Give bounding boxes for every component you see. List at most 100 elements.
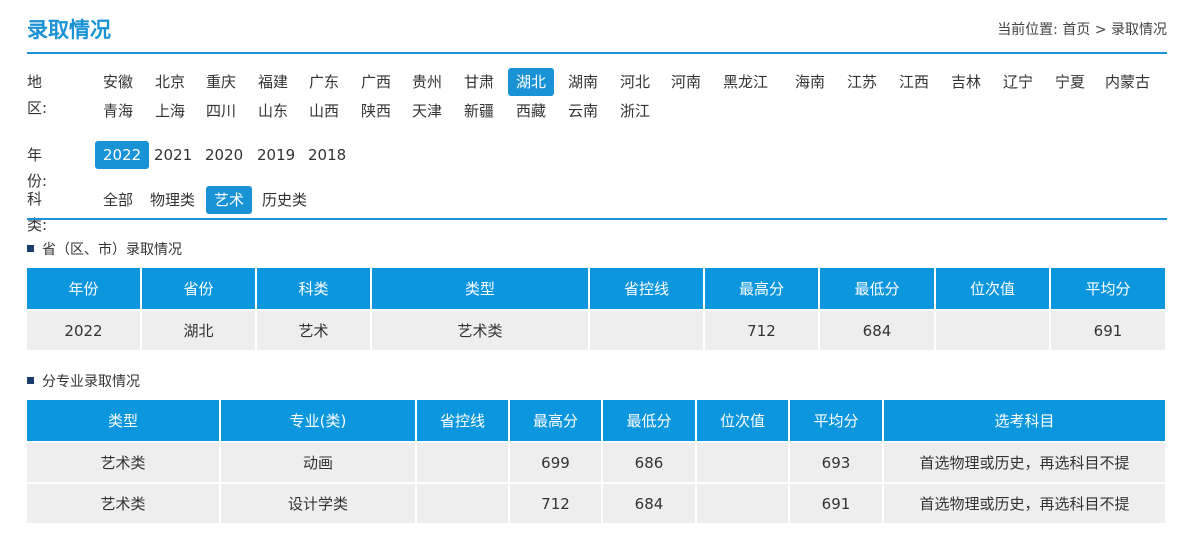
table-cell — [697, 441, 790, 482]
breadcrumb-home-link[interactable]: 首页 — [1062, 19, 1090, 41]
table-cell: 691 — [790, 482, 884, 523]
column-header: 省控线 — [417, 400, 510, 441]
page-header: 录取情况 当前位置: 首页 > 录取情况 — [27, 14, 1167, 54]
province-section-title: 省（区、市）录取情况 — [27, 240, 182, 260]
table-cell: 693 — [790, 441, 884, 482]
column-header: 选考科目 — [884, 400, 1165, 441]
category-filter-label: 科类: — [27, 190, 48, 234]
table-cell: 设计学类 — [221, 482, 417, 523]
table-row: 2022 湖北 艺术 艺术类 712 684 691 — [27, 309, 1165, 350]
filter-divider — [27, 218, 1167, 220]
region-option[interactable]: 四川 — [198, 97, 244, 125]
region-option[interactable]: 陕西 — [353, 97, 399, 125]
region-option[interactable]: 江苏 — [839, 68, 885, 96]
category-option[interactable]: 物理类 — [142, 186, 203, 214]
table-cell: 712 — [510, 482, 603, 523]
bullet-square-icon — [27, 377, 34, 384]
table-cell — [590, 309, 705, 350]
column-header: 位次值 — [936, 268, 1051, 309]
year-option[interactable]: 2020 — [197, 141, 251, 169]
category-option[interactable]: 历史类 — [254, 186, 315, 214]
region-option[interactable]: 黑龙江 — [715, 68, 776, 96]
breadcrumb-separator: > — [1094, 22, 1107, 38]
table-cell: 2022 — [27, 309, 142, 350]
table-cell — [417, 482, 510, 523]
table-cell: 首选物理或历史，再选科目不提 — [884, 482, 1165, 523]
region-option[interactable]: 山西 — [301, 97, 347, 125]
region-filter-label: 地区: — [27, 73, 48, 117]
region-option[interactable]: 青海 — [95, 97, 141, 125]
table-cell: 艺术类 — [372, 309, 590, 350]
region-option[interactable]: 吉林 — [943, 68, 989, 96]
region-option[interactable]: 安徽 — [95, 68, 141, 96]
region-option[interactable]: 河北 — [612, 68, 658, 96]
region-option[interactable]: 北京 — [147, 68, 193, 96]
breadcrumb-prefix: 当前位置: — [997, 22, 1058, 38]
bullet-square-icon — [27, 245, 34, 252]
table-cell: 湖北 — [142, 309, 257, 350]
breadcrumb-current: 录取情况 — [1111, 22, 1167, 38]
column-header: 省控线 — [590, 268, 705, 309]
table-cell: 684 — [603, 482, 697, 523]
region-option[interactable]: 上海 — [147, 97, 193, 125]
region-option[interactable]: 海南 — [787, 68, 833, 96]
region-option[interactable]: 浙江 — [612, 97, 658, 125]
column-header: 位次值 — [697, 400, 790, 441]
province-section-title-text: 省（区、市）录取情况 — [42, 242, 182, 258]
region-option[interactable]: 新疆 — [456, 97, 502, 125]
region-option[interactable]: 西藏 — [508, 97, 554, 125]
major-admission-table: 类型 专业(类) 省控线 最高分 最低分 位次值 平均分 选考科目 艺术类 动画 699 686 69… — [27, 400, 1165, 523]
region-option[interactable]: 贵州 — [404, 68, 450, 96]
region-option[interactable]: 重庆 — [198, 68, 244, 96]
table-cell — [936, 309, 1051, 350]
column-header: 年份 — [27, 268, 142, 309]
column-header: 平均分 — [790, 400, 884, 441]
region-option-selected[interactable]: 湖北 — [508, 68, 555, 96]
region-option[interactable]: 河南 — [663, 68, 709, 96]
table-cell: 首选物理或历史，再选科目不提 — [884, 441, 1165, 482]
table-cell: 艺术 — [257, 309, 372, 350]
region-option[interactable]: 天津 — [404, 97, 450, 125]
region-option[interactable]: 福建 — [250, 68, 296, 96]
column-header: 最高分 — [510, 400, 603, 441]
region-option[interactable]: 云南 — [560, 97, 606, 125]
major-section-title-text: 分专业录取情况 — [42, 374, 140, 390]
region-option[interactable]: 江西 — [891, 68, 937, 96]
major-section-title: 分专业录取情况 — [27, 372, 140, 392]
region-option[interactable]: 内蒙古 — [1097, 68, 1158, 96]
year-option[interactable]: 2021 — [146, 141, 200, 169]
column-header: 省份 — [142, 268, 257, 309]
table-cell: 691 — [1051, 309, 1165, 350]
table-row: 艺术类 动画 699 686 693 首选物理或历史，再选科目不提 — [27, 441, 1165, 482]
table-header-row: 年份 省份 科类 类型 省控线 最高分 最低分 位次值 平均分 — [27, 268, 1165, 309]
table-cell: 动画 — [221, 441, 417, 482]
year-option-selected[interactable]: 2022 — [95, 141, 150, 169]
column-header: 最低分 — [603, 400, 697, 441]
table-cell: 699 — [510, 441, 603, 482]
column-header: 专业(类) — [221, 400, 417, 441]
breadcrumb: 当前位置: 首页 > 录取情况 — [997, 19, 1167, 41]
region-option[interactable]: 广东 — [301, 68, 347, 96]
table-header-row: 类型 专业(类) 省控线 最高分 最低分 位次值 平均分 选考科目 — [27, 400, 1165, 441]
table-cell: 艺术类 — [27, 482, 221, 523]
column-header: 最低分 — [820, 268, 936, 309]
region-option[interactable]: 甘肃 — [456, 68, 502, 96]
category-option-selected[interactable]: 艺术 — [206, 186, 253, 214]
region-option[interactable]: 湖南 — [560, 68, 606, 96]
table-cell: 712 — [705, 309, 820, 350]
page-title: 录取情况 — [27, 18, 111, 42]
province-admission-table: 年份 省份 科类 类型 省控线 最高分 最低分 位次值 平均分 2022 湖北 艺术 艺术类 712 68… — [27, 268, 1165, 350]
region-option[interactable]: 山东 — [250, 97, 296, 125]
year-option[interactable]: 2018 — [300, 141, 354, 169]
column-header: 平均分 — [1051, 268, 1165, 309]
column-header: 类型 — [27, 400, 221, 441]
table-cell — [417, 441, 510, 482]
region-option[interactable]: 宁夏 — [1047, 68, 1093, 96]
column-header: 科类 — [257, 268, 372, 309]
column-header: 最高分 — [705, 268, 820, 309]
region-option[interactable]: 广西 — [353, 68, 399, 96]
year-option[interactable]: 2019 — [249, 141, 303, 169]
column-header: 类型 — [372, 268, 590, 309]
region-option[interactable]: 辽宁 — [995, 68, 1041, 96]
category-option[interactable]: 全部 — [95, 186, 141, 214]
